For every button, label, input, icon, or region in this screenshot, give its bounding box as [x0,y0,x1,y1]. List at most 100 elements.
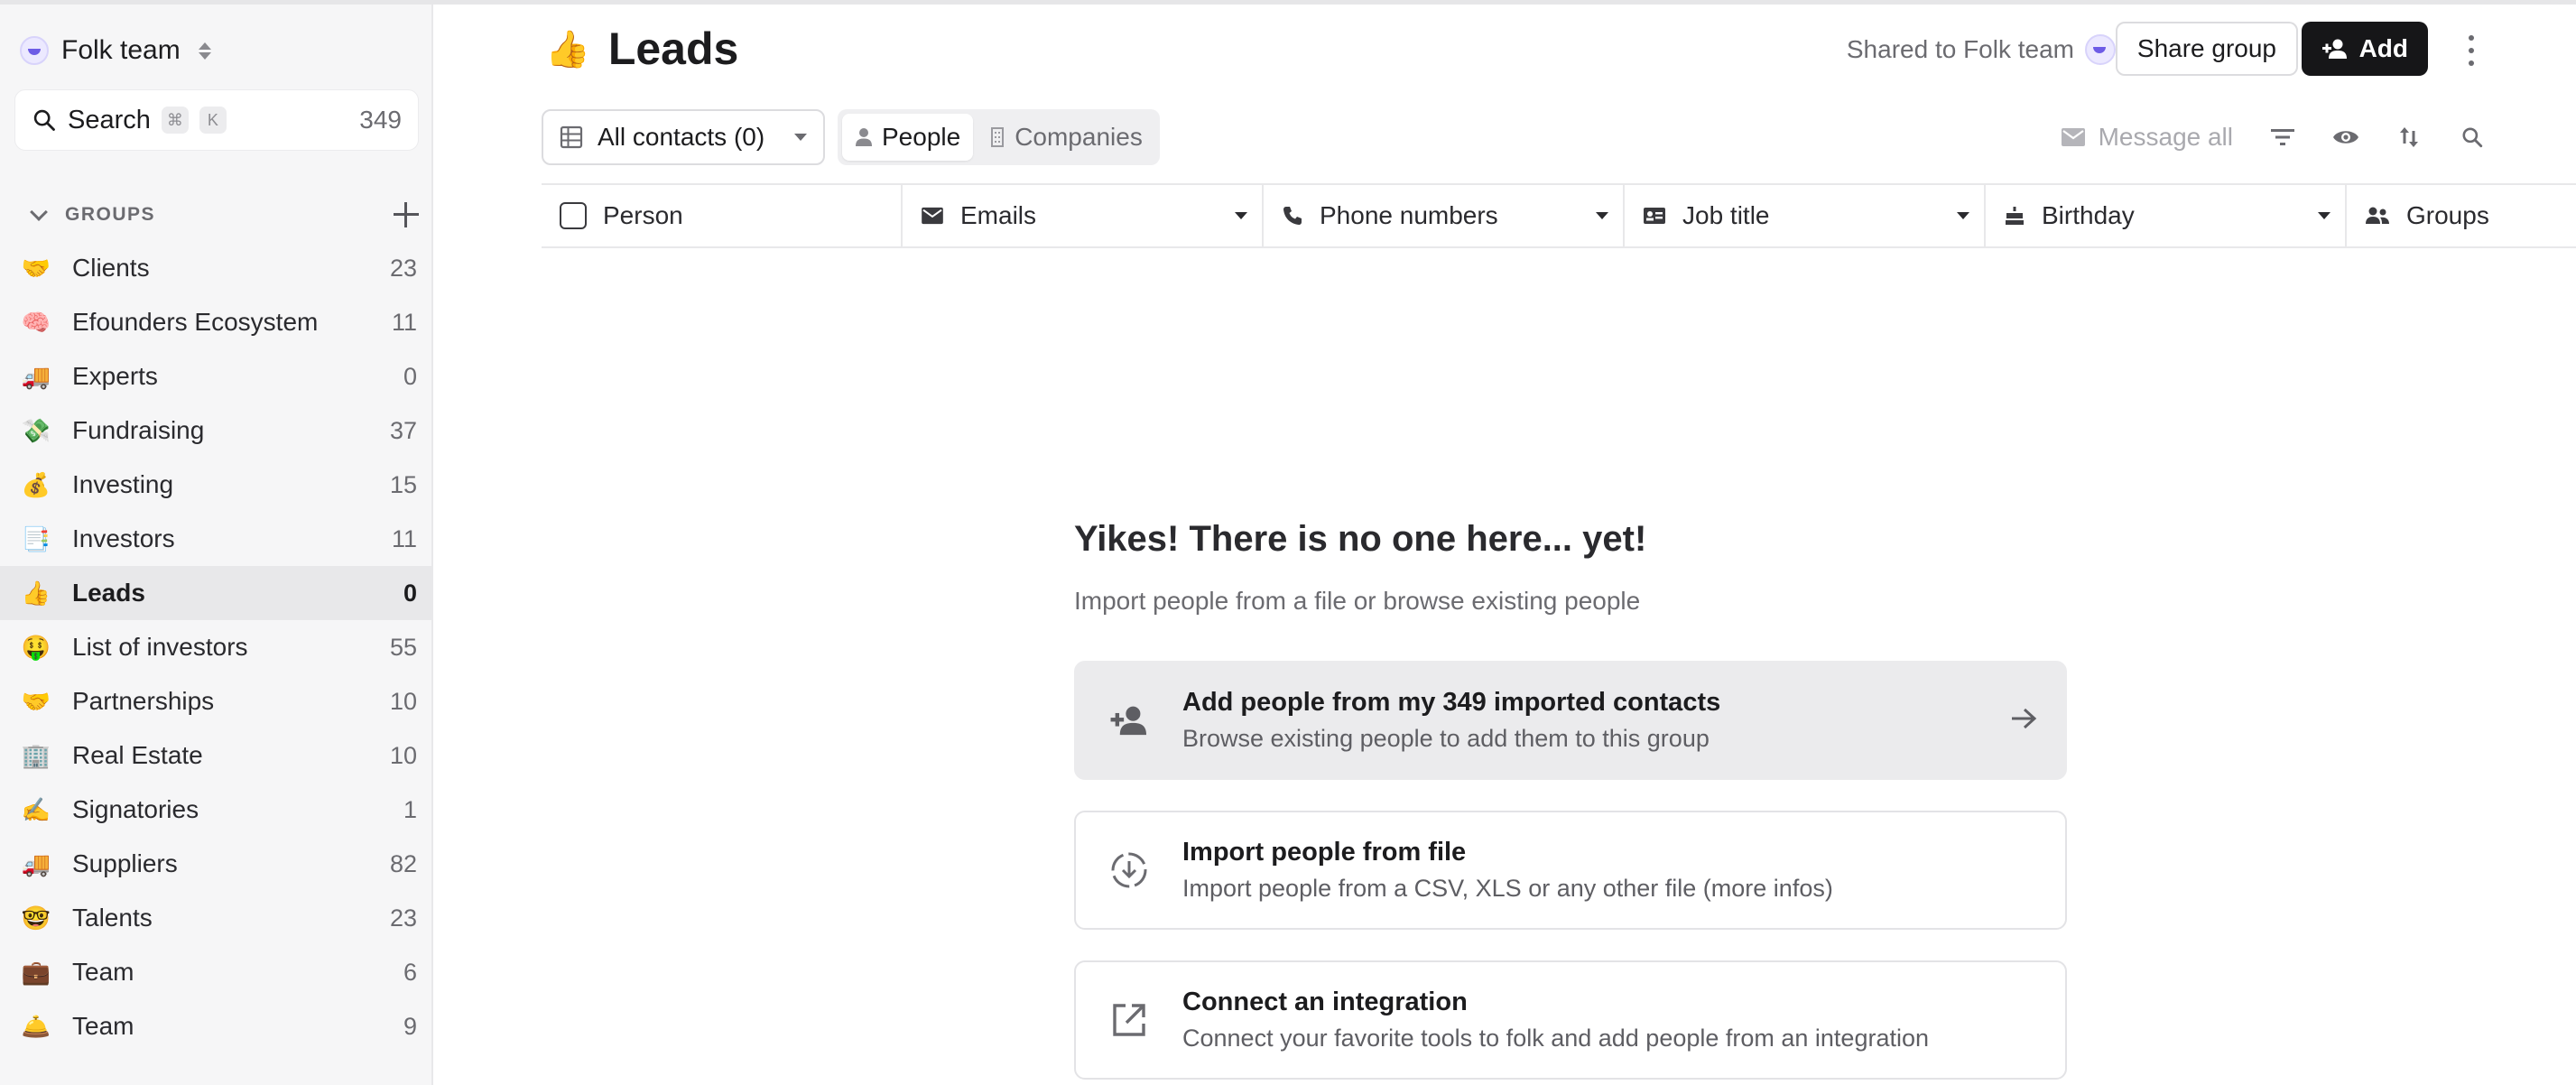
empty-state-subtitle: Import people from a file or browse exis… [1074,587,1641,615]
sidebar-item-efounders-ecosystem[interactable]: 🧠 Efounders Ecosystem 11 [0,295,431,349]
phone-icon [1283,207,1302,225]
add-existing-contacts-card[interactable]: Add people from my 349 imported contacts… [1074,661,2067,780]
tab-companies[interactable]: Companies [977,114,1155,161]
search-icon[interactable] [2459,124,2486,151]
card-title: Connect an integration [1182,988,1468,1016]
sidebar-item-partnerships[interactable]: 🤝 Partnerships 10 [0,674,431,728]
empty-state: Yikes! There is no one here... yet! Impo… [1074,519,2067,1080]
sidebar-item-team-2[interactable]: 🛎️ Team 9 [0,999,431,1053]
group-emoji-icon: 💸 [21,416,51,444]
shared-indicator[interactable]: Shared to Folk team [1847,32,2116,68]
entity-type-toggle: People Companies [838,109,1160,165]
group-emoji-icon: 🚚 [21,849,51,877]
sidebar-item-list-of-investors[interactable]: 🤑 List of investors 55 [0,620,431,674]
shared-text: Shared to Folk team [1846,35,2074,63]
group-emoji-icon[interactable]: 👍 [545,28,590,70]
sidebar-item-investors[interactable]: 📑 Investors 11 [0,512,431,566]
column-label: Phone numbers [1320,201,1498,229]
group-count: 82 [389,849,417,877]
group-emoji-icon: 🤑 [21,633,51,661]
group-emoji-icon: ✍️ [21,795,51,823]
column-header-groups[interactable]: Groups [2347,185,2576,246]
group-emoji-icon: 🏢 [21,741,51,769]
search-button[interactable]: Search ⌘ K 349 [14,89,419,151]
group-count: 9 [403,1012,417,1040]
sidebar-item-real-estate[interactable]: 🏢 Real Estate 10 [0,728,431,783]
mail-icon [2061,128,2085,146]
group-name: Leads [72,579,145,607]
chevron-down-icon[interactable] [1596,212,1608,219]
tab-people[interactable]: People [842,114,974,161]
search-label: Search [68,105,151,134]
import-from-file-card[interactable]: Import people from file Import people fr… [1074,811,2067,930]
id-card-icon [1644,208,1665,224]
group-count: 0 [403,362,417,390]
group-count: 23 [389,254,417,282]
share-group-button[interactable]: Share group [2115,22,2298,76]
group-count: 1 [403,795,417,823]
add-person-icon [2321,39,2347,59]
groups-section-header: GROUPS [27,199,419,230]
chevron-down-icon[interactable] [1235,212,1247,219]
select-all-checkbox[interactable] [560,202,587,229]
filter-icon[interactable] [2269,124,2296,151]
sidebar-item-experts[interactable]: 🚚 Experts 0 [0,349,431,403]
group-name: List of investors [72,633,248,661]
group-name: Signatories [72,795,199,823]
group-name: Investing [72,470,174,498]
sort-icon[interactable] [2395,124,2423,151]
sidebar-item-investing[interactable]: 💰 Investing 15 [0,458,431,512]
collapse-groups-icon[interactable] [30,203,48,221]
chevron-down-icon [794,134,807,141]
card-description: Browse existing people to add them to th… [1182,725,1710,752]
sidebar-item-fundraising[interactable]: 💸 Fundraising 37 [0,403,431,458]
chevron-down-icon[interactable] [1957,212,1969,219]
message-all-label: Message all [2098,123,2233,151]
column-label: Emails [960,201,1037,229]
eye-icon[interactable] [2332,124,2359,151]
sidebar-item-team[interactable]: 💼 Team 6 [0,945,431,999]
card-description: Import people from a CSV, XLS or any oth… [1182,875,1833,902]
add-button[interactable]: Add [2301,22,2428,76]
group-name: Partnerships [72,687,215,715]
add-group-button[interactable] [394,202,419,227]
people-icon [2366,207,2389,224]
group-count: 37 [389,416,417,444]
building-icon [991,127,1005,147]
workspace-switcher[interactable]: Folk team [20,30,211,71]
group-count: 11 [391,308,417,336]
more-options-icon[interactable] [2466,35,2477,66]
sidebar-item-suppliers[interactable]: 🚚 Suppliers 82 [0,837,431,891]
column-header-job-title[interactable]: Job title [1625,185,1986,246]
contacts-count: 349 [359,106,402,134]
view-selector[interactable]: All contacts (0) [542,109,825,165]
group-name: Suppliers [72,849,178,877]
column-header-person[interactable]: Person [542,185,903,246]
workspace-logo-icon [2085,34,2116,65]
message-all-button[interactable]: Message all [2061,123,2233,152]
group-name: Experts [72,362,158,390]
sidebar-item-signatories[interactable]: ✍️ Signatories 1 [0,783,431,837]
view-label: All contacts (0) [598,123,765,151]
sidebar-item-talents[interactable]: 🤓 Talents 23 [0,891,431,945]
chevron-down-icon[interactable] [2318,212,2330,219]
workspace-logo-icon [20,36,49,65]
group-emoji-icon: 💼 [21,958,51,986]
table-toolbar: Message all [2061,118,2486,156]
column-label: Birthday [2042,201,2135,229]
group-name: Fundraising [72,416,205,444]
connect-integration-card[interactable]: Connect an integration Connect your favo… [1074,960,2067,1080]
cake-icon [2006,207,2024,225]
sidebar-item-leads[interactable]: 👍 Leads 0 [0,566,431,620]
column-header-birthday[interactable]: Birthday [1986,185,2347,246]
sidebar-item-clients[interactable]: 🤝 Clients 23 [0,241,431,295]
arrow-right-icon [2009,706,2038,736]
external-link-icon [1103,994,1155,1046]
column-header-phone-numbers[interactable]: Phone numbers [1264,185,1625,246]
group-emoji-icon: 🤝 [21,254,51,282]
column-header-emails[interactable]: Emails [903,185,1264,246]
page-title[interactable]: Leads [608,23,739,75]
card-title: Import people from file [1182,838,1467,867]
group-emoji-icon: 💰 [21,470,51,498]
mail-icon [922,207,943,225]
